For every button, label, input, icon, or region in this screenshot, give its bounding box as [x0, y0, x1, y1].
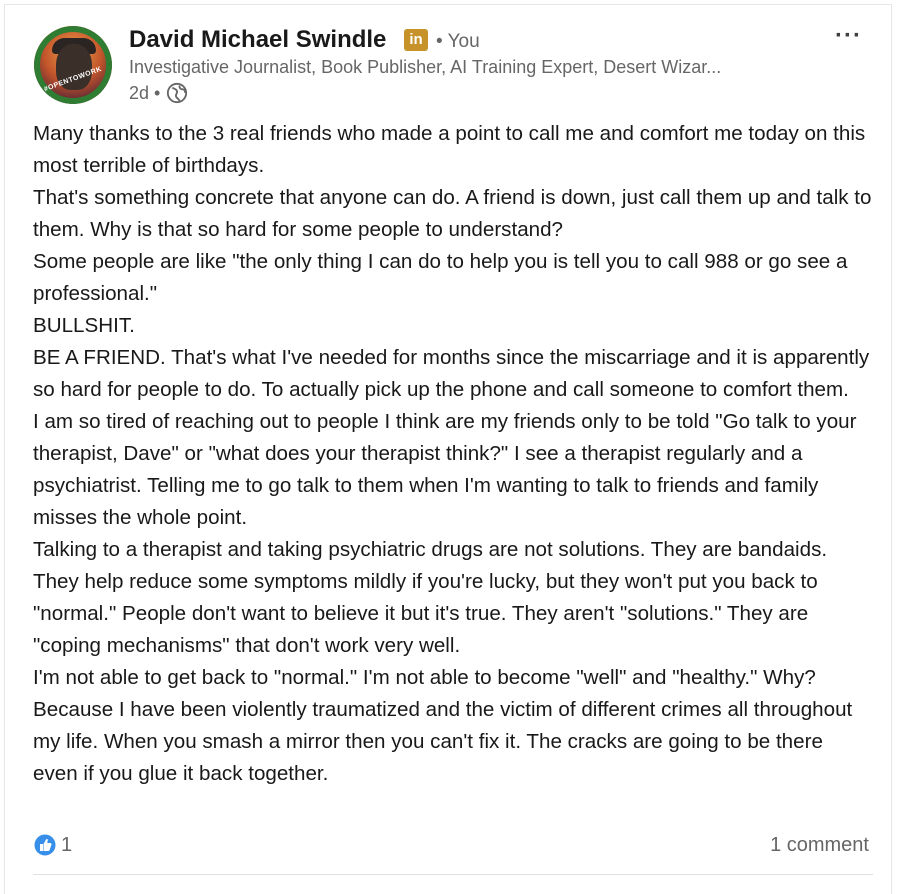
more-options-icon[interactable]: ···: [835, 22, 862, 50]
linkedin-premium-badge-icon: in: [404, 29, 428, 51]
author-headline: Investigative Journalist, Book Publisher…: [129, 57, 722, 77]
like-icon: [33, 833, 57, 857]
post-body: Many thanks to the 3 real friends who ma…: [33, 118, 873, 790]
reactions-summary[interactable]: 1: [33, 833, 72, 857]
reaction-count: 1: [61, 833, 73, 856]
author-relation: • You: [436, 31, 480, 52]
globe-icon: [167, 82, 188, 104]
footer-divider: [33, 874, 873, 875]
post-paragraph: I'm not able to get back to "normal." I'…: [33, 666, 853, 785]
post-paragraph: Some people are like "the only thing I c…: [33, 250, 848, 305]
post-meta: 2d •: [129, 82, 188, 104]
post-paragraph: BE A FRIEND. That's what I've needed for…: [33, 346, 870, 401]
post-paragraph: That's something concrete that anyone ca…: [33, 186, 872, 241]
post-time: 2d •: [129, 82, 161, 103]
comment-count-link[interactable]: 1 comment: [770, 834, 869, 857]
post-paragraph: I am so tired of reaching out to people …: [33, 410, 857, 529]
post-paragraph: Talking to a therapist and taking psychi…: [33, 538, 828, 657]
post-paragraph: Many thanks to the 3 real friends who ma…: [33, 122, 866, 177]
author-name[interactable]: David Michael Swindle: [129, 26, 386, 54]
author-avatar[interactable]: #OPENTOWORK: [34, 26, 112, 104]
post-paragraph: BULLSHIT.: [33, 314, 135, 337]
